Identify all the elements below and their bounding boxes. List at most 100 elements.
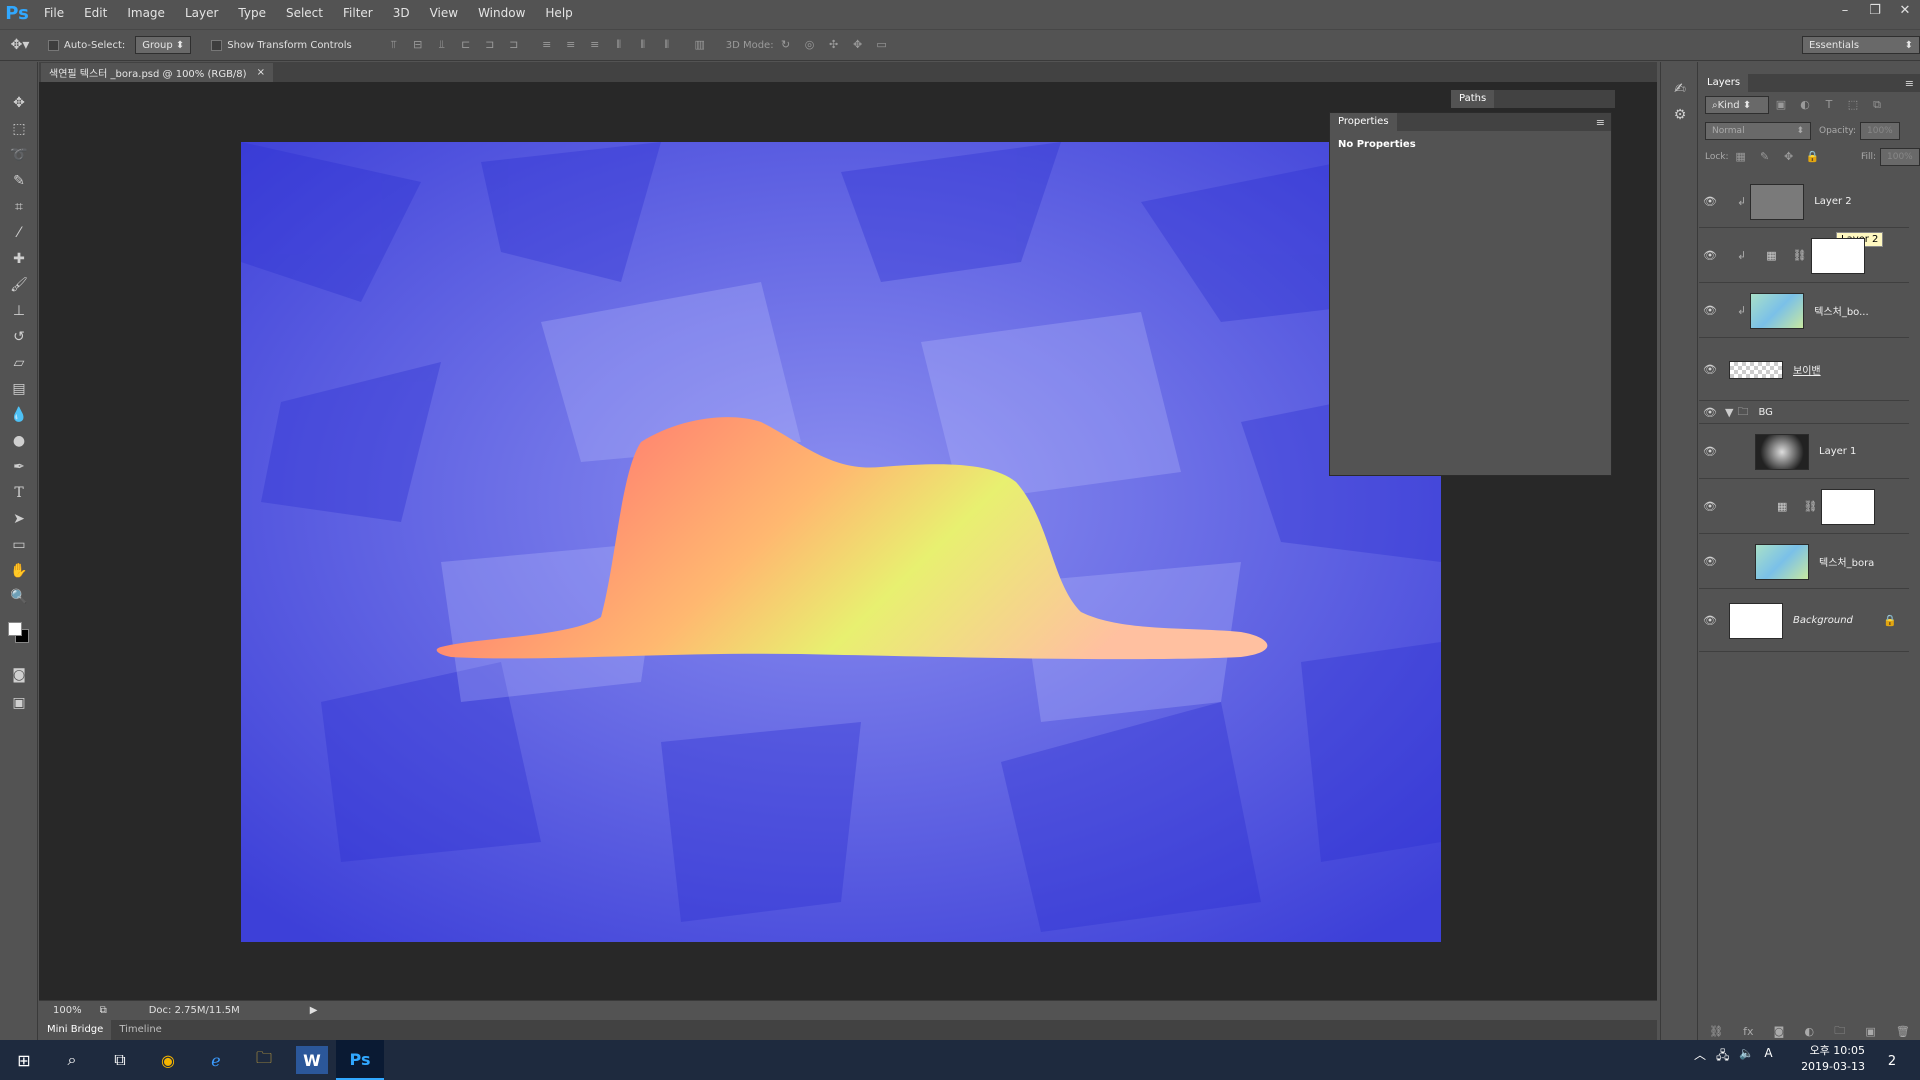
distribute-left-icon[interactable]: ⫴	[612, 38, 626, 52]
group-expand-icon[interactable]: ▼	[1725, 406, 1733, 419]
ime-indicator[interactable]: A	[1764, 1046, 1772, 1067]
document-tab[interactable]: 색연필 텍스터 _bora.psd @ 100% (RGB/8) ×	[41, 63, 273, 82]
menu-type[interactable]: Type	[228, 0, 276, 27]
align-top-icon[interactable]: ⫪	[387, 38, 401, 52]
eraser-tool-icon[interactable]: ▱	[0, 350, 38, 376]
new-adjustment-icon[interactable]: ◐	[1804, 1025, 1814, 1038]
tab-paths[interactable]: Paths	[1451, 90, 1495, 108]
opacity-field[interactable]: 100%	[1860, 122, 1900, 140]
layer-row[interactable]: 👁 ↲ 텍스처_bo...	[1699, 284, 1909, 338]
3d-scale-icon[interactable]: ▭	[875, 38, 889, 52]
zoom-level[interactable]: 100%	[53, 1005, 82, 1016]
panel-menu-icon[interactable]: ≡	[1596, 116, 1605, 129]
visibility-eye-icon[interactable]: 👁	[1699, 249, 1721, 262]
visibility-eye-icon[interactable]: 👁	[1699, 406, 1721, 419]
3d-pan-icon[interactable]: ✣	[827, 38, 841, 52]
3d-roll-icon[interactable]: ◎	[803, 38, 817, 52]
foreground-color-swatch[interactable]	[8, 622, 22, 636]
visibility-eye-icon[interactable]: 👁	[1699, 304, 1721, 317]
new-group-icon[interactable]: 🗀	[1834, 1022, 1845, 1041]
menu-view[interactable]: View	[420, 0, 468, 27]
3d-slide-icon[interactable]: ✥	[851, 38, 865, 52]
3d-rotate-icon[interactable]: ↻	[779, 38, 793, 52]
chrome-icon[interactable]: ◉	[144, 1040, 192, 1080]
healing-brush-tool-icon[interactable]: ✚	[0, 246, 38, 272]
menu-file[interactable]: File	[34, 0, 74, 27]
marquee-tool-icon[interactable]: ⬚	[0, 116, 38, 142]
history-brush-tool-icon[interactable]: ↺	[0, 324, 38, 350]
distribute-hcenter-icon[interactable]: ⫴	[636, 38, 650, 52]
move-tool-preset-icon[interactable]: ✥▾	[0, 32, 40, 58]
visibility-eye-icon[interactable]: 👁	[1699, 614, 1721, 627]
menu-filter[interactable]: Filter	[333, 0, 383, 27]
blur-tool-icon[interactable]: 💧	[0, 402, 38, 428]
align-hcenter-icon[interactable]: ⊐	[483, 38, 497, 52]
screen-mode-icon[interactable]: ▣	[0, 690, 38, 716]
layer-row[interactable]: 👁 ▦ ⛓	[1699, 480, 1909, 534]
dodge-tool-icon[interactable]: ●	[0, 428, 38, 454]
close-icon[interactable]: ✕	[1890, 0, 1920, 20]
add-mask-icon[interactable]: ◙	[1774, 1025, 1785, 1038]
brush-tool-icon[interactable]: 🖌	[0, 272, 38, 298]
delete-layer-icon[interactable]: 🗑	[1896, 1025, 1910, 1038]
visibility-eye-icon[interactable]: 👁	[1699, 445, 1721, 458]
distribute-vcenter-icon[interactable]: ≡	[564, 38, 578, 52]
gradient-tool-icon[interactable]: ▤	[0, 376, 38, 402]
status-menu-arrow-icon[interactable]: ▶	[310, 1005, 318, 1016]
menu-help[interactable]: Help	[535, 0, 582, 27]
minimize-icon[interactable]: –	[1830, 0, 1860, 20]
auto-select-checkbox[interactable]	[48, 39, 59, 51]
layer-row[interactable]: 👁 Background 🔒	[1699, 590, 1909, 652]
layer-name[interactable]: Layer 2	[1814, 196, 1851, 207]
new-layer-icon[interactable]: ▣	[1865, 1025, 1875, 1038]
move-tool-icon[interactable]: ✥	[0, 90, 38, 116]
tab-layers[interactable]: Layers	[1699, 74, 1749, 92]
filter-type-icon[interactable]: T	[1822, 98, 1836, 112]
show-transform-checkbox[interactable]	[211, 39, 223, 51]
visibility-eye-icon[interactable]: 👁	[1699, 363, 1721, 376]
type-tool-icon[interactable]: T	[0, 480, 38, 506]
layer-row[interactable]: 👁 Layer 1	[1699, 425, 1909, 479]
tab-mini-bridge[interactable]: Mini Bridge	[39, 1020, 112, 1040]
lasso-tool-icon[interactable]: ➰	[0, 142, 38, 168]
filter-shape-icon[interactable]: ⬚	[1846, 98, 1860, 112]
layer-name[interactable]: 텍스처_bo...	[1814, 303, 1868, 318]
link-layers-icon[interactable]: ⛓	[1709, 1025, 1723, 1038]
filter-pixel-icon[interactable]: ▣	[1774, 98, 1788, 112]
eyedropper-tool-icon[interactable]: ⁄	[0, 220, 38, 246]
filter-adjustment-icon[interactable]: ◐	[1798, 98, 1812, 112]
menu-layer[interactable]: Layer	[175, 0, 228, 27]
filter-kind-dropdown[interactable]: ⌕ Kind ⬍	[1705, 96, 1769, 114]
history-panel-icon[interactable]: ⚙	[1661, 102, 1699, 128]
menu-window[interactable]: Window	[468, 0, 535, 27]
network-icon[interactable]: 🖧	[1716, 1046, 1729, 1067]
tab-properties[interactable]: Properties	[1330, 113, 1397, 131]
quick-mask-icon[interactable]: ◙	[0, 662, 38, 688]
close-document-icon[interactable]: ×	[257, 67, 265, 78]
path-selection-tool-icon[interactable]: ➤	[0, 506, 38, 532]
lock-transparent-icon[interactable]: ▦	[1734, 150, 1748, 164]
fill-field[interactable]: 100%	[1880, 148, 1920, 166]
distribute-right-icon[interactable]: ⫴	[660, 38, 674, 52]
crop-tool-icon[interactable]: ⌗	[0, 194, 38, 220]
visibility-eye-icon[interactable]: 👁	[1699, 555, 1721, 568]
start-button-icon[interactable]: ⊞	[0, 1040, 48, 1080]
layer-row[interactable]: 👁 텍스처_bora	[1699, 535, 1909, 589]
file-explorer-icon[interactable]: 🗀	[240, 1040, 288, 1080]
menu-3d[interactable]: 3D	[383, 0, 420, 27]
menu-image[interactable]: Image	[117, 0, 175, 27]
distribute-bottom-icon[interactable]: ≡	[588, 38, 602, 52]
photoshop-taskbar-icon[interactable]: Ps	[336, 1040, 384, 1080]
layer-style-icon[interactable]: fx	[1743, 1025, 1753, 1038]
edge-icon[interactable]: ℯ	[192, 1040, 240, 1080]
visibility-eye-icon[interactable]: 👁	[1699, 500, 1721, 513]
search-icon[interactable]: ⌕	[48, 1040, 96, 1080]
quick-selection-tool-icon[interactable]: ✎	[0, 168, 38, 194]
layer-row[interactable]: 👁 ↲ ▦ ⛓	[1699, 229, 1909, 283]
filter-smart-icon[interactable]: ⧉	[1870, 98, 1884, 112]
zoom-tool-icon[interactable]: 🔍	[0, 584, 38, 610]
layer-name[interactable]: 보이밴	[1793, 362, 1821, 377]
layer-name[interactable]: Layer 1	[1819, 446, 1856, 457]
lock-all-icon[interactable]: 🔒	[1806, 150, 1820, 164]
pen-tool-icon[interactable]: ✒	[0, 454, 38, 480]
